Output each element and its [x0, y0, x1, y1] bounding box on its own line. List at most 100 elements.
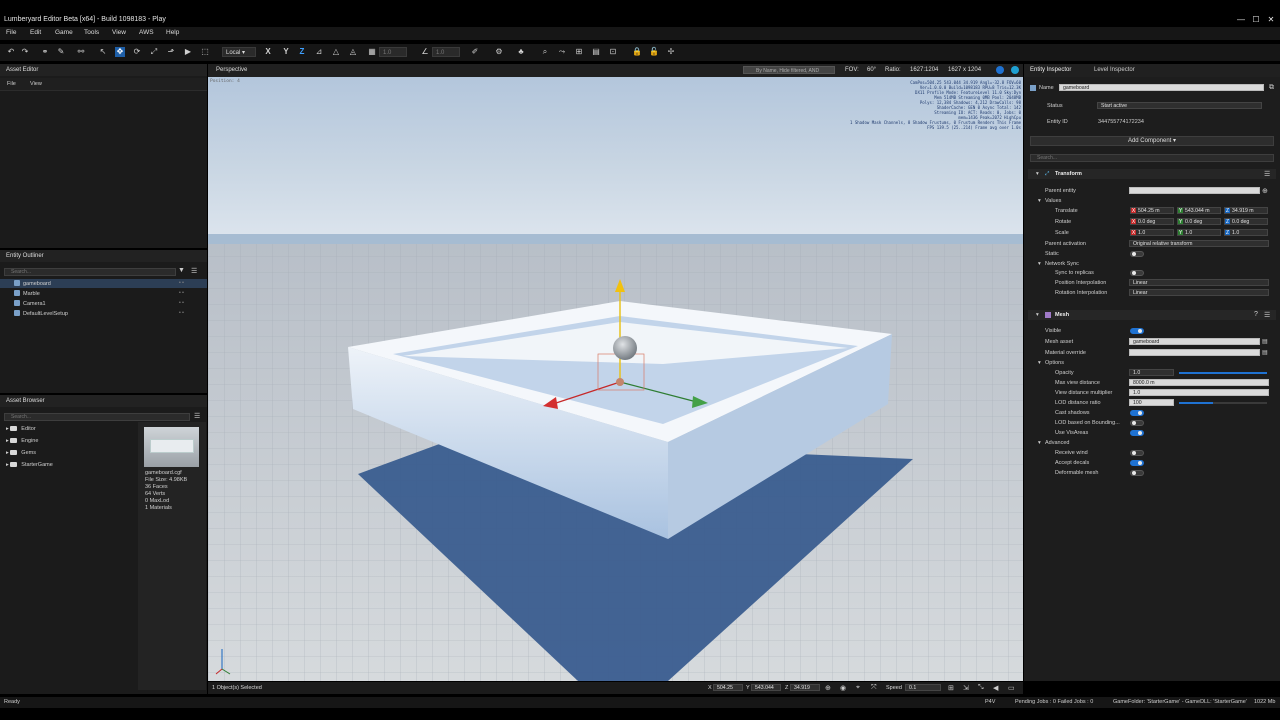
p4v-status[interactable]: P4V	[985, 699, 995, 705]
axis-z-toggle[interactable]: Z	[297, 47, 307, 57]
asset-browser-menu-icon[interactable]: ☰	[194, 412, 200, 420]
fov-value[interactable]: 60°	[867, 67, 876, 73]
axis-x-toggle[interactable]: X	[263, 47, 273, 57]
cast-shadows-toggle[interactable]	[1130, 410, 1144, 416]
goto-icon[interactable]: ⤳	[557, 47, 567, 57]
select-icon[interactable]: ↖	[98, 47, 108, 57]
outliner-item-marble[interactable]: Marble	[14, 290, 40, 297]
snap-icon[interactable]: ⊞	[948, 684, 954, 692]
mesh-asset-field[interactable]: gameboard	[1129, 338, 1260, 345]
target-icon[interactable]: ⊕	[1262, 187, 1268, 195]
folder-gems[interactable]: ▸ Gems	[6, 450, 36, 456]
menu-aws[interactable]: AWS	[139, 29, 154, 36]
browse-icon[interactable]: ▤	[1262, 338, 1268, 345]
menu-edit[interactable]: Edit	[30, 29, 41, 36]
display-options-icon[interactable]: ⚙	[494, 47, 504, 57]
angle-snap-icon[interactable]: ∠	[420, 47, 430, 57]
transform-header[interactable]: ▾ ⤢ Transform ☰	[1028, 169, 1276, 179]
grid-size-field[interactable]: 1.0	[379, 47, 407, 57]
asset-editor-file-menu[interactable]: File	[7, 81, 16, 87]
browse-icon[interactable]: ▤	[1262, 349, 1268, 356]
coord-x-field[interactable]: 504.25	[713, 684, 743, 691]
expand-values-icon[interactable]: ▾	[1038, 198, 1041, 204]
folder-startergame[interactable]: ▸ StarterGame	[6, 462, 53, 468]
view-distance-multiplier-field[interactable]: 1.0	[1129, 389, 1269, 396]
max-view-distance-field[interactable]: 8000.0 m	[1129, 379, 1269, 386]
camera-move-icon[interactable]: ⤡	[978, 684, 984, 692]
move-icon[interactable]: ✥	[115, 47, 125, 57]
rotate-z-field[interactable]: Z 0.0 deg	[1224, 218, 1268, 225]
filter-icon[interactable]: ▼	[178, 267, 185, 274]
rotate-icon[interactable]: ⟳	[132, 47, 142, 57]
distribute-icon[interactable]: ▤	[591, 47, 601, 57]
object-snap-icon[interactable]: ◬	[348, 47, 358, 57]
goto-selection-icon[interactable]: ⌖	[856, 684, 860, 692]
status-select[interactable]: Start active	[1097, 102, 1262, 109]
sync-replicas-toggle[interactable]	[1130, 270, 1144, 276]
mute-icon[interactable]: ◀	[993, 684, 998, 692]
parent-entity-field[interactable]	[1129, 187, 1260, 194]
perspective-viewport[interactable]: Perspective By Name, Hide filtered, AND …	[208, 64, 1023, 681]
resolution-value[interactable]: 1627 x 1204	[948, 67, 981, 73]
pin-icon[interactable]: ⧉	[1269, 84, 1274, 92]
lock-selection-icon[interactable]: ⊕	[825, 684, 831, 692]
pencil-icon[interactable]: ✎	[56, 47, 66, 57]
folder-engine[interactable]: ▸ Engine	[6, 438, 38, 444]
visible-toggle[interactable]	[1130, 328, 1144, 334]
component-search[interactable]: Search...	[1030, 154, 1274, 162]
tab-level-inspector[interactable]: Level Inspector	[1094, 67, 1135, 73]
translate-y-field[interactable]: Y 543.044 m	[1177, 207, 1221, 214]
material-override-field[interactable]	[1129, 349, 1260, 356]
visibility-icon[interactable]: • •	[179, 310, 184, 316]
terrain-follow-icon[interactable]: ⇲	[963, 684, 969, 692]
scale-x-field[interactable]: X 1.0	[1130, 229, 1174, 236]
expand-options-icon[interactable]: ▾	[1038, 360, 1041, 366]
parent-activation-select[interactable]: Original relative transform	[1129, 240, 1269, 247]
angle-size-field[interactable]: 1.0	[432, 47, 460, 57]
find-icon[interactable]: ⌕	[540, 47, 550, 57]
terrain-snap-icon[interactable]: △	[331, 47, 341, 57]
tab-entity-inspector[interactable]: Entity Inspector	[1030, 67, 1071, 73]
accept-decals-toggle[interactable]	[1130, 460, 1144, 466]
entity-outliner-search[interactable]: Search...	[4, 268, 176, 276]
play-icon[interactable]: ▶	[183, 47, 193, 57]
viewport-settings-icon[interactable]	[1011, 66, 1019, 74]
close-button[interactable]: ✕	[1264, 12, 1278, 27]
component-menu-icon[interactable]: ☰	[1264, 311, 1270, 319]
outliner-item-default-level-setup[interactable]: DefaultLevelSetup	[14, 310, 68, 317]
camera-icon[interactable]: ◉	[840, 684, 846, 692]
visibility-icon[interactable]: • •	[179, 300, 184, 306]
scene-render[interactable]	[208, 64, 1023, 681]
translate-x-field[interactable]: X 504.25 m	[1130, 207, 1174, 214]
lod-ratio-slider[interactable]	[1179, 402, 1267, 404]
mesh-header[interactable]: ▾ Mesh ? ☰	[1028, 310, 1276, 320]
receive-wind-toggle[interactable]	[1130, 450, 1144, 456]
menu-view[interactable]: View	[112, 29, 126, 36]
opacity-slider[interactable]	[1179, 372, 1267, 374]
lock-icon[interactable]: 🔒	[632, 47, 642, 57]
scale-z-field[interactable]: Z 1.0	[1224, 229, 1268, 236]
visibility-icon[interactable]: • •	[179, 290, 184, 296]
position-interpolation-select[interactable]: Linear	[1129, 279, 1269, 286]
ratio-value[interactable]: 1627:1204	[910, 67, 938, 73]
more-options-icon[interactable]: ✢	[666, 47, 676, 57]
expand-advanced-icon[interactable]: ▾	[1038, 440, 1041, 446]
folder-editor[interactable]: ▸ Editor	[6, 426, 36, 432]
collapse-icon[interactable]: ▾	[1036, 312, 1039, 318]
rotate-x-field[interactable]: X 0.0 deg	[1130, 218, 1174, 225]
align-icon[interactable]: ⊞	[574, 47, 584, 57]
static-toggle[interactable]	[1130, 251, 1144, 257]
component-menu-icon[interactable]: ☰	[1264, 170, 1270, 178]
lod-bounding-toggle[interactable]	[1130, 420, 1144, 426]
unlock-icon[interactable]: 🔓	[649, 47, 659, 57]
scale-y-field[interactable]: Y 1.0	[1177, 229, 1221, 236]
use-visareas-toggle[interactable]	[1130, 430, 1144, 436]
ruler-icon[interactable]: ✐	[470, 47, 480, 57]
axis-xy-icon[interactable]: ⊿	[314, 47, 324, 57]
entity-name-field[interactable]: gameboard	[1059, 84, 1264, 91]
asset-editor-view-menu[interactable]: View	[30, 81, 42, 87]
axis-y-toggle[interactable]: Y	[281, 47, 291, 57]
viewport-search[interactable]: By Name, Hide filtered, AND	[743, 66, 835, 74]
menu-game[interactable]: Game	[55, 29, 73, 36]
speed-select[interactable]: 0.1	[905, 684, 941, 691]
